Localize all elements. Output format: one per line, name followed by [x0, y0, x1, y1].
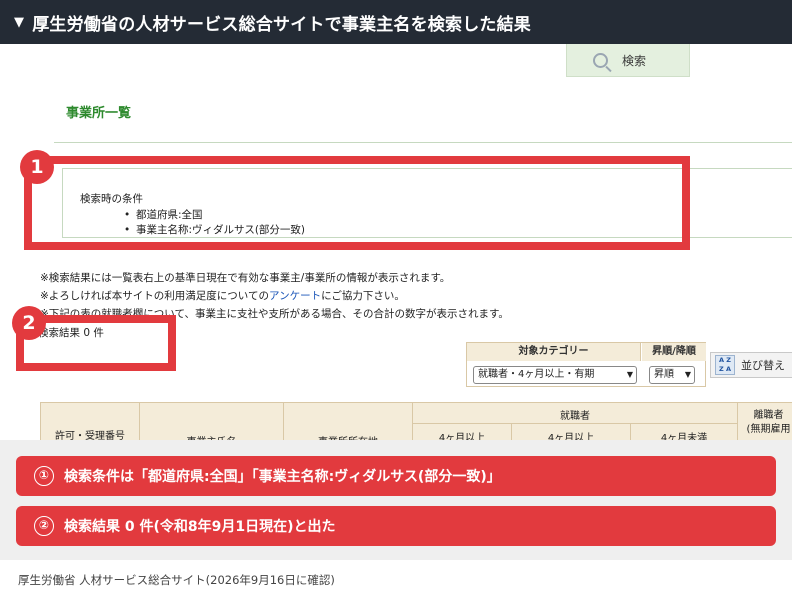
callout-text: 検索条件は「都道府県:全国」「事業主名称:ヴィダルサス(部分一致)」 — [64, 469, 501, 485]
callout-1: ① 検索条件は「都道府県:全国」「事業主名称:ヴィダルサス(部分一致)」 — [16, 456, 776, 496]
col-over4-a: 4ヶ月以上 — [412, 423, 512, 440]
category-header: 対象カテゴリー — [467, 343, 641, 361]
sort-az-icon: A ZZ A — [715, 355, 735, 375]
search-button[interactable]: 検索 — [566, 44, 690, 77]
sort-button[interactable]: A ZZ A 並び替え — [710, 352, 792, 378]
marker-badge-1: 1 — [20, 150, 54, 184]
source-caption: 厚生労働省 人材サービス総合サイト(2026年9月16日に確認) — [18, 573, 335, 587]
section-divider — [54, 142, 792, 143]
page-header: ▼ 厚生労働省の人材サービス総合サイトで事業主名を検索した結果 — [0, 0, 792, 44]
results-table-header: 許可・受理番号 事業主氏名 事業所所在地 就職者 4ヶ月以上 4ヶ月以上 4ヶ月… — [40, 402, 792, 440]
highlight-box-1 — [24, 156, 690, 250]
callout-number: ② — [34, 516, 54, 536]
marker-badge-2: 2 — [12, 306, 46, 340]
note-survey: ※よろしければ本サイトの利用満足度についてのアンケートにご協力下さい。 — [40, 290, 405, 302]
col-permit-number: 許可・受理番号 — [40, 402, 140, 440]
order-header: 昇順/降順 — [642, 343, 706, 361]
note-valid-info: ※検索結果には一覧表右上の基準日現在で有効な事業主/事業所の情報が表示されます。 — [40, 272, 451, 284]
triangle-down-icon: ▼ — [14, 14, 25, 30]
search-icon — [593, 52, 608, 68]
category-select[interactable]: 就職者・4ヶ月以上・有期 ▼ — [473, 366, 637, 384]
col-employer-name: 事業主氏名 — [139, 402, 284, 440]
callout-text: 検索結果 0 件(令和8年9月1日現在)と出た — [64, 519, 336, 535]
section-title: 事業所一覧 — [66, 106, 132, 121]
col-employed: 就職者 — [412, 402, 738, 424]
callout-number: ① — [34, 466, 54, 486]
col-under4: 4ヶ月未満 — [630, 423, 738, 440]
col-over4-b: 4ヶ月以上 — [511, 423, 631, 440]
col-leavers: 離職者 (無期雇用 — [737, 402, 792, 440]
survey-link[interactable]: アンケート — [269, 290, 321, 302]
order-select[interactable]: 昇順 ▼ — [649, 366, 695, 384]
chevron-down-icon: ▼ — [626, 370, 633, 379]
col-location: 事業所所在地 — [283, 402, 413, 440]
filter-panel: 対象カテゴリー 昇順/降順 就職者・4ヶ月以上・有期 ▼ 昇順 ▼ — [466, 342, 706, 387]
search-button-label: 検索 — [622, 53, 647, 68]
chevron-down-icon: ▼ — [684, 370, 691, 379]
callout-2: ② 検索結果 0 件(令和8年9月1日現在)と出た — [16, 506, 776, 546]
sort-button-label: 並び替え — [741, 359, 785, 372]
page-title: 厚生労働省の人材サービス総合サイトで事業主名を検索した結果 — [32, 14, 532, 35]
